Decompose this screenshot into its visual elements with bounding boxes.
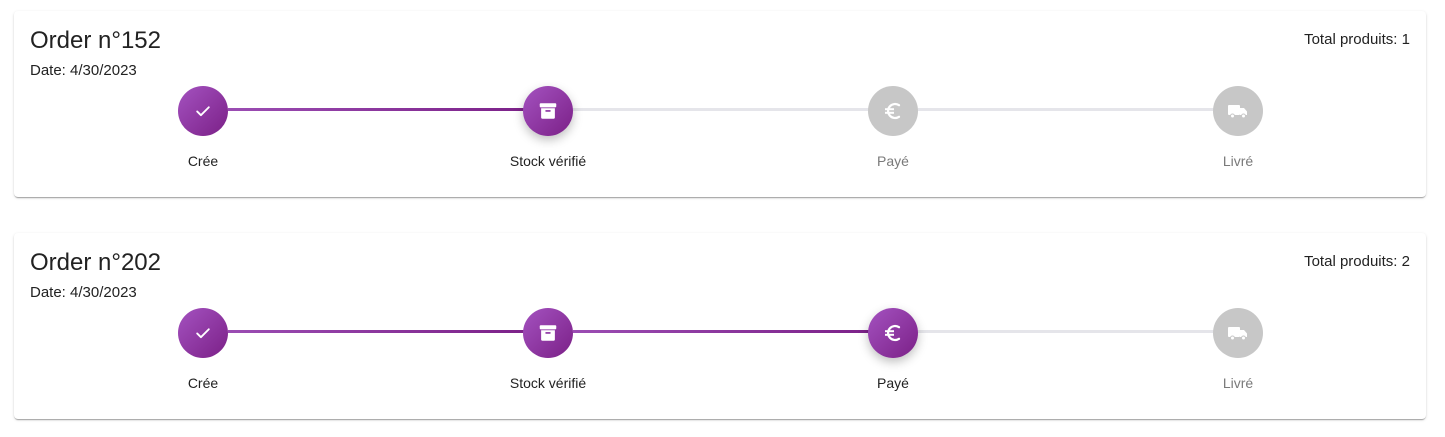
step-stock-verified xyxy=(523,308,573,358)
step-label-stock-verified: Stock vérifié xyxy=(509,375,587,391)
archive-box-icon xyxy=(539,325,557,341)
order-status-stepper: Crée Stock vérifié Payé Livré xyxy=(14,11,1426,197)
check-icon xyxy=(196,106,210,117)
step-stock-verified xyxy=(523,86,573,136)
step-connector xyxy=(228,330,538,333)
step-created xyxy=(178,308,228,358)
step-label-delivered: Livré xyxy=(1222,375,1254,391)
order-card: Order n°202 Date: 4/30/2023 Total produi… xyxy=(14,233,1426,419)
step-paid xyxy=(868,308,918,358)
step-delivered xyxy=(1213,308,1263,358)
step-connector xyxy=(573,108,883,111)
step-created xyxy=(178,86,228,136)
step-label-delivered: Livré xyxy=(1222,153,1254,169)
step-connector xyxy=(918,108,1228,111)
step-connector xyxy=(228,108,538,111)
step-paid xyxy=(868,86,918,136)
truck-icon xyxy=(1228,327,1247,341)
euro-icon xyxy=(885,324,901,342)
check-icon xyxy=(196,328,210,339)
step-label-paid: Payé xyxy=(877,153,909,169)
step-label-paid: Payé xyxy=(877,375,909,391)
truck-icon xyxy=(1228,105,1247,119)
step-label-created: Crée xyxy=(187,153,219,169)
archive-box-icon xyxy=(539,103,557,119)
step-label-stock-verified: Stock vérifié xyxy=(509,153,587,169)
step-delivered xyxy=(1213,86,1263,136)
euro-icon xyxy=(885,102,901,120)
step-connector xyxy=(573,330,883,333)
step-label-created: Crée xyxy=(187,375,219,391)
step-connector xyxy=(918,330,1228,333)
order-status-stepper: Crée Stock vérifié Payé Livré xyxy=(14,233,1426,419)
order-card: Order n°152 Date: 4/30/2023 Total produi… xyxy=(14,11,1426,197)
